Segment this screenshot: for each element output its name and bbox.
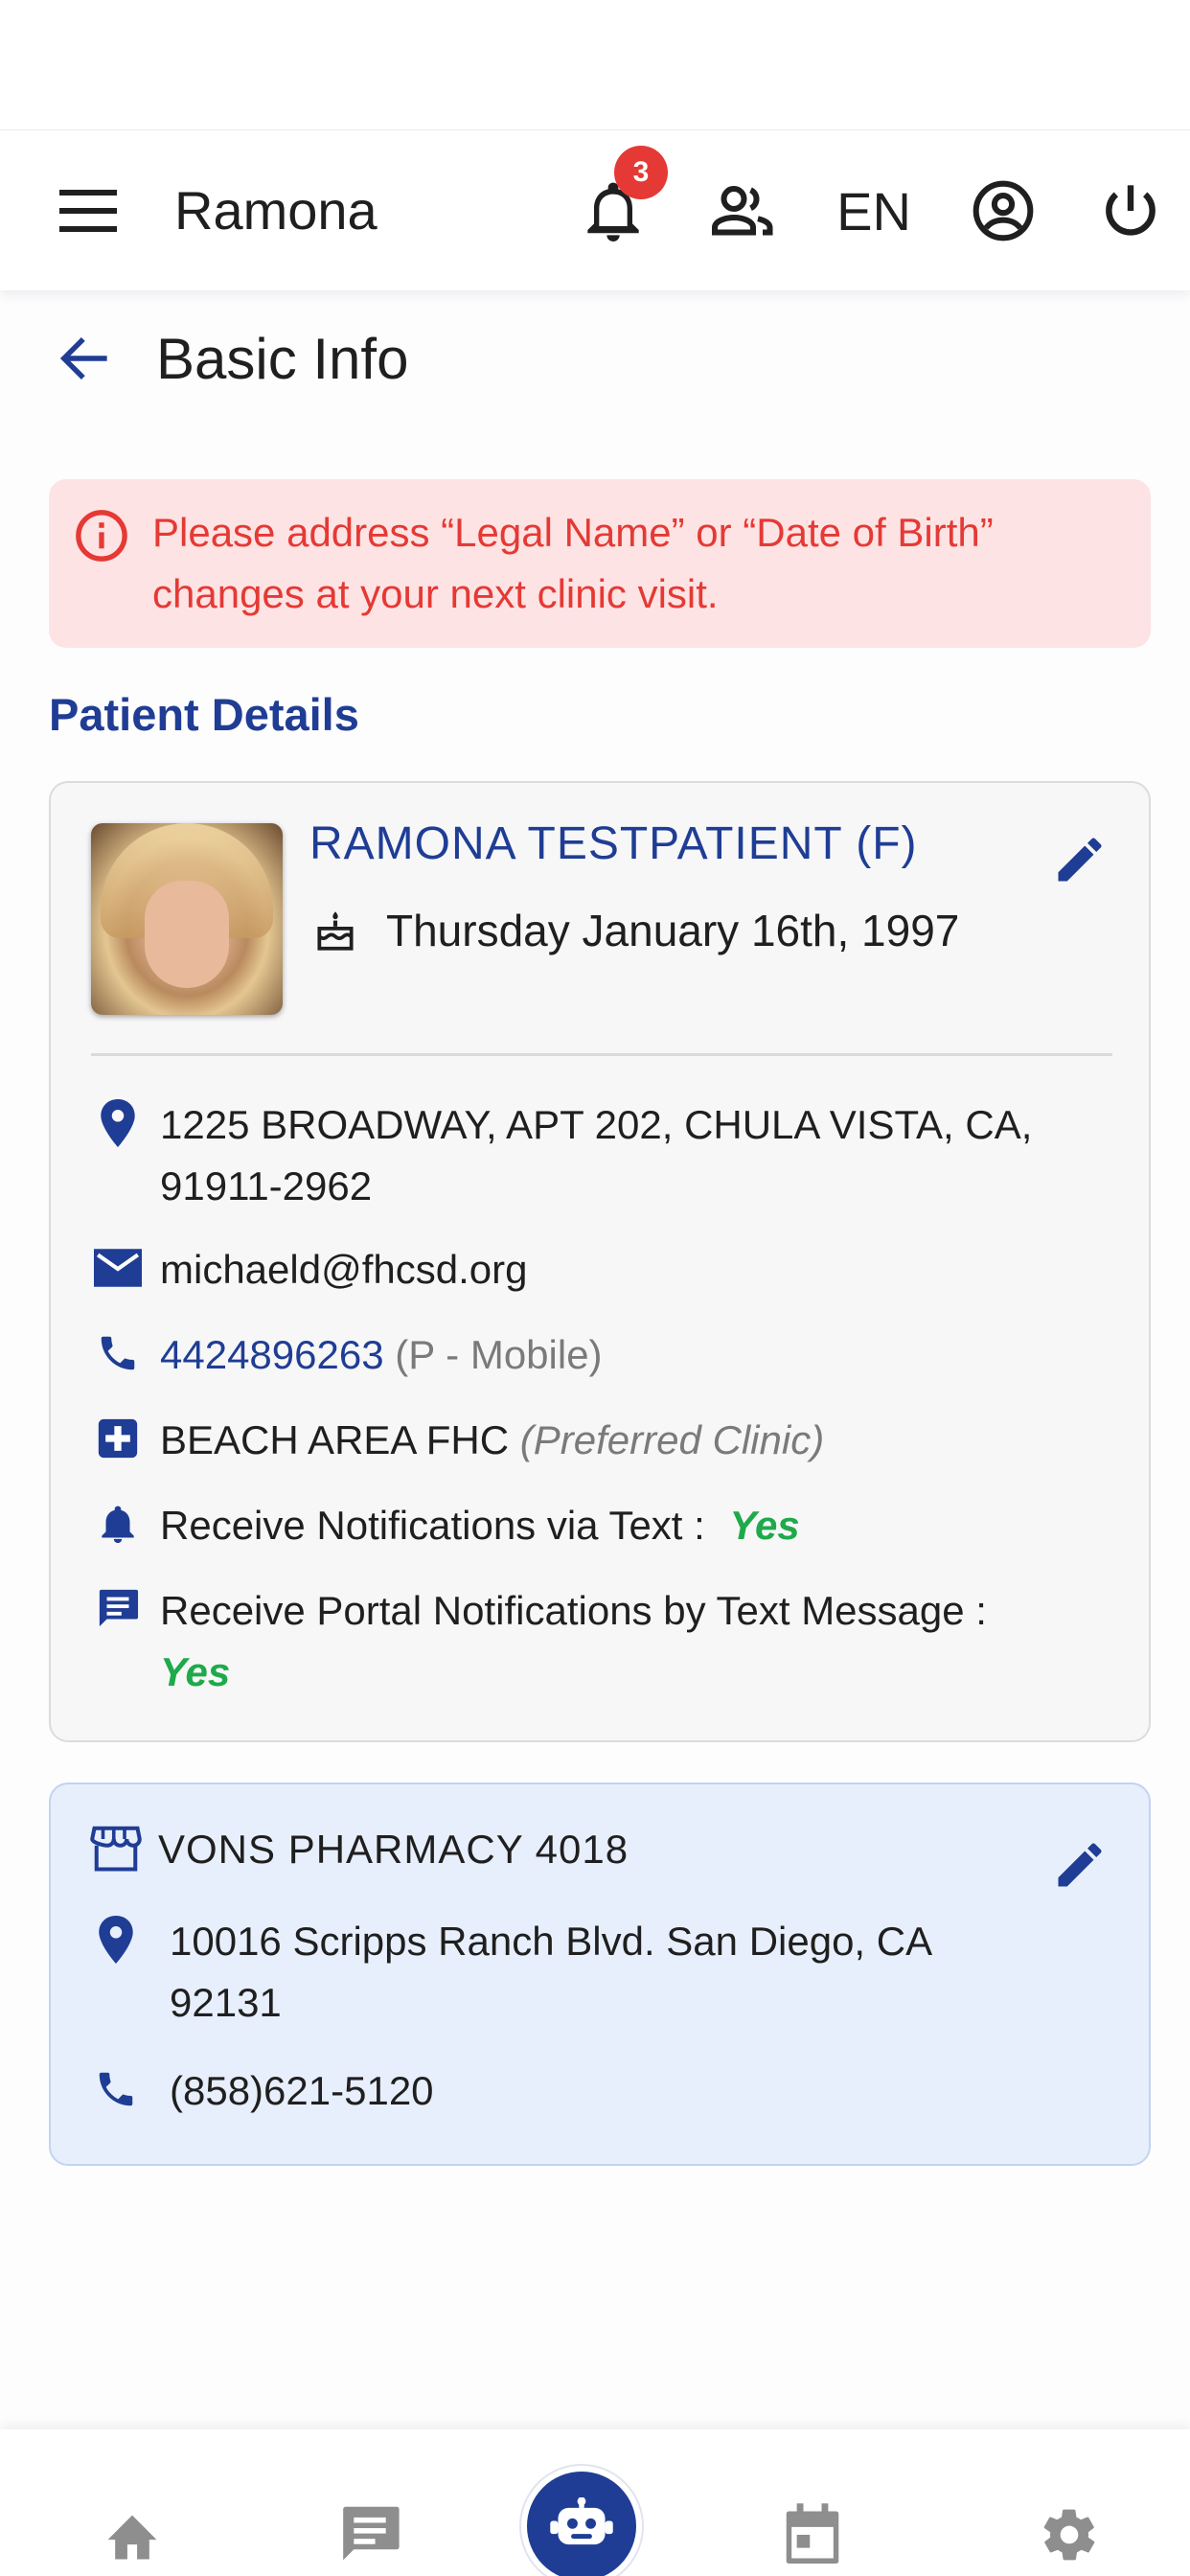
pencil-icon <box>1058 1843 1102 1887</box>
language-selector[interactable]: EN <box>826 169 922 253</box>
phone-type: (P - Mobile) <box>395 1332 603 1377</box>
phone-icon <box>89 1324 147 1382</box>
text-notifications-label: Receive Notifications via Text : <box>160 1503 705 1548</box>
edit-patient-button[interactable] <box>1041 821 1118 898</box>
location-pin-icon <box>87 1911 145 1968</box>
patient-name: RAMONA TESTPATIENT (F) <box>309 818 918 869</box>
pharmacy-card: VONS PHARMACY 4018 10016 Scripps Ranch B… <box>49 1782 1151 2166</box>
message-icon <box>89 1580 147 1638</box>
preferred-clinic: BEACH AREA FHC <box>160 1417 510 1462</box>
robot-icon[interactable] <box>521 2466 642 2576</box>
patient-phone[interactable]: 4424896263 <box>160 1332 384 1377</box>
page-title: Basic Info <box>156 327 409 391</box>
power-icon[interactable] <box>1088 169 1173 253</box>
patient-email[interactable]: michaeld@fhcsd.org <box>160 1239 527 1300</box>
divider <box>91 1053 1112 1056</box>
address-row: 1225 BROADWAY, APT 202, CHULA VISTA, CA,… <box>89 1094 1124 1217</box>
home-icon[interactable] <box>92 2495 172 2575</box>
portal-notifications-value: Yes <box>160 1649 231 1694</box>
pharmacy-phone-row: (858)621-5120 <box>87 2060 1122 2122</box>
edit-pharmacy-button[interactable] <box>1041 1827 1118 1903</box>
medical-cross-icon <box>89 1410 147 1467</box>
pharmacy-name-row: VONS PHARMACY 4018 <box>87 1819 1122 1880</box>
clinic-row: BEACH AREA FHC (Preferred Clinic) <box>89 1410 1124 1471</box>
settings-icon[interactable] <box>1029 2495 1110 2575</box>
text-notifications-row: Receive Notifications via Text : Yes <box>89 1495 1124 1556</box>
email-row: michaeld@fhcsd.org <box>89 1239 1124 1300</box>
notification-badge: 3 <box>614 146 668 199</box>
portal-notifications-row: Receive Portal Notifications by Text Mes… <box>89 1580 1124 1703</box>
pharmacy-phone[interactable]: (858)621-5120 <box>158 2060 434 2122</box>
user-name: Ramona <box>174 180 378 241</box>
legal-name-alert: Please address “Legal Name” or “Date of … <box>49 479 1151 648</box>
dob-row: Thursday January 16th, 1997 <box>311 902 959 959</box>
calendar-icon[interactable] <box>772 2495 853 2575</box>
alert-message: Please address “Legal Name” or “Date of … <box>152 510 994 616</box>
back-arrow-icon[interactable] <box>46 320 123 397</box>
top-app-bar: Ramona EN <box>0 129 1190 290</box>
pharmacy-name: VONS PHARMACY 4018 <box>158 1827 629 1872</box>
bottom-navigation <box>0 2429 1190 2576</box>
pharmacy-address: 10016 Scripps Ranch Blvd. San Diego, CA … <box>170 1919 930 2025</box>
phone-row: 4424896263 (P - Mobile) <box>89 1324 1124 1386</box>
patient-address: 1225 BROADWAY, APT 202, CHULA VISTA, CA,… <box>160 1102 1033 1208</box>
status-bar-area <box>0 0 1190 129</box>
phone-icon <box>87 2060 145 2118</box>
text-notifications-value: Yes <box>729 1503 800 1548</box>
page-header: Basic Info <box>0 316 1190 402</box>
date-of-birth: Thursday January 16th, 1997 <box>386 906 960 955</box>
patient-details-card: RAMONA TESTPATIENT (F) Thursday January … <box>49 781 1151 1742</box>
chat-icon[interactable] <box>330 2495 410 2575</box>
section-title: Patient Details <box>49 689 359 740</box>
store-icon <box>87 1819 145 1876</box>
portal-notifications-label: Receive Portal Notifications by Text Mes… <box>160 1588 987 1633</box>
people-icon[interactable] <box>701 169 786 253</box>
account-circle-icon[interactable] <box>961 169 1045 253</box>
cake-icon <box>317 911 354 951</box>
location-pin-icon <box>89 1094 147 1152</box>
bell-filled-icon <box>89 1495 147 1552</box>
pencil-icon <box>1058 838 1102 882</box>
clinic-note: (Preferred Clinic) <box>519 1417 825 1462</box>
menu-icon[interactable] <box>52 174 125 247</box>
pharmacy-address-row: 10016 Scripps Ranch Blvd. San Diego, CA … <box>87 1911 1122 2034</box>
info-icon <box>74 508 129 564</box>
avatar <box>91 823 283 1015</box>
email-icon <box>89 1239 147 1297</box>
